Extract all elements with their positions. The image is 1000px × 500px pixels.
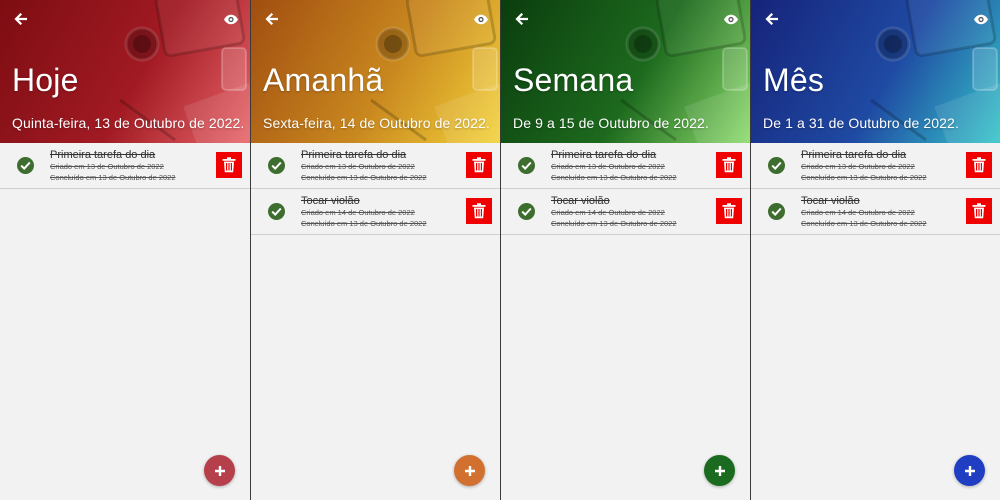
back-arrow-icon[interactable] (10, 9, 30, 29)
task-texts: Primeira tarefa do dia Criado em 13 de O… (50, 149, 210, 183)
back-arrow-icon[interactable] (261, 9, 281, 29)
delete-task-button[interactable] (716, 152, 742, 178)
trash-icon (972, 203, 986, 219)
page-title: Amanhã (263, 62, 384, 98)
task-item[interactable]: Primeira tarefa do dia Criado em 13 de O… (751, 143, 1000, 189)
task-texts: Primeira tarefa do dia Criado em 13 de O… (551, 149, 710, 183)
task-list: Primeira tarefa do dia Criado em 13 de O… (251, 143, 500, 235)
check-circle-icon[interactable] (17, 157, 34, 174)
task-item[interactable]: Tocar violão Criado em 14 de Outubro de … (251, 189, 500, 235)
add-task-button[interactable] (454, 455, 485, 486)
task-name: Tocar violão (801, 195, 860, 207)
plus-icon (214, 465, 226, 477)
check-circle-icon[interactable] (268, 203, 285, 220)
task-created-date: Criado em 14 de Outubro de 2022 (551, 208, 665, 217)
task-name: Tocar violão (551, 195, 610, 207)
trash-icon (222, 157, 236, 173)
header-banner: Amanhã Sexta-feira, 14 de Outubro de 202… (251, 0, 500, 143)
task-name: Primeira tarefa do dia (551, 149, 657, 161)
top-bar (511, 9, 741, 29)
task-created-date: Criado em 14 de Outubro de 2022 (301, 208, 415, 217)
task-completed-date: Concluído em 13 de Outubro de 2022 (301, 172, 427, 182)
delete-task-button[interactable] (216, 152, 242, 178)
header-banner: Mês De 1 a 31 de Outubro de 2022. (751, 0, 1000, 143)
task-item[interactable]: Tocar violão Criado em 14 de Outubro de … (501, 189, 750, 235)
task-created-date: Criado em 14 de Outubro de 2022 (801, 208, 915, 217)
top-bar (10, 9, 241, 29)
date-subtitle: De 1 a 31 de Outubro de 2022. (763, 115, 959, 131)
plus-icon (964, 465, 976, 477)
header-banner: Semana De 9 a 15 de Outubro de 2022. (501, 0, 750, 143)
date-subtitle: De 9 a 15 de Outubro de 2022. (513, 115, 709, 131)
task-texts: Tocar violão Criado em 14 de Outubro de … (801, 195, 960, 229)
delete-task-button[interactable] (966, 152, 992, 178)
task-name: Tocar violão (301, 195, 360, 207)
app-screen-4: Mês De 1 a 31 de Outubro de 2022. Primei… (750, 0, 1000, 500)
add-task-button[interactable] (954, 455, 985, 486)
task-list: Primeira tarefa do dia Criado em 13 de O… (751, 143, 1000, 235)
task-item[interactable]: Primeira tarefa do dia Criado em 13 de O… (0, 143, 250, 189)
back-arrow-icon[interactable] (761, 9, 781, 29)
date-subtitle: Quinta-feira, 13 de Outubro de 2022. (12, 115, 245, 131)
task-created-date: Criado em 13 de Outubro de 2022 (301, 162, 415, 171)
task-item[interactable]: Primeira tarefa do dia Criado em 13 de O… (501, 143, 750, 189)
back-arrow-icon[interactable] (511, 9, 531, 29)
task-created-date: Criado em 13 de Outubro de 2022 (551, 162, 665, 171)
page-title: Semana (513, 62, 634, 98)
task-name: Primeira tarefa do dia (801, 149, 907, 161)
task-list: Primeira tarefa do dia Criado em 13 de O… (501, 143, 750, 235)
delete-task-button[interactable] (716, 198, 742, 224)
plus-icon (464, 465, 476, 477)
task-completed-date: Concluído em 13 de Outubro de 2022 (301, 218, 427, 228)
check-circle-icon[interactable] (518, 203, 535, 220)
top-bar (261, 9, 491, 29)
check-circle-icon[interactable] (768, 203, 785, 220)
task-item[interactable]: Tocar violão Criado em 14 de Outubro de … (751, 189, 1000, 235)
plus-icon (714, 465, 726, 477)
header-banner: Hoje Quinta-feira, 13 de Outubro de 2022… (0, 0, 250, 143)
add-task-button[interactable] (204, 455, 235, 486)
task-item[interactable]: Primeira tarefa do dia Criado em 13 de O… (251, 143, 500, 189)
task-created-date: Criado em 13 de Outubro de 2022 (801, 162, 915, 171)
task-name: Primeira tarefa do dia (301, 149, 407, 161)
trash-icon (472, 203, 486, 219)
add-task-button[interactable] (704, 455, 735, 486)
delete-task-button[interactable] (466, 198, 492, 224)
task-completed-date: Concluído em 13 de Outubro de 2022 (551, 218, 677, 228)
check-circle-icon[interactable] (768, 157, 785, 174)
task-name: Primeira tarefa do dia (50, 149, 156, 161)
check-circle-icon[interactable] (518, 157, 535, 174)
page-title: Hoje (12, 62, 79, 98)
task-texts: Primeira tarefa do dia Criado em 13 de O… (301, 149, 460, 183)
task-completed-date: Concluído em 13 de Outubro de 2022 (50, 172, 176, 182)
task-completed-date: Concluído em 13 de Outubro de 2022 (801, 172, 927, 182)
app-screen-3: Semana De 9 a 15 de Outubro de 2022. Pri… (500, 0, 750, 500)
trash-icon (972, 157, 986, 173)
app-screen-2: Amanhã Sexta-feira, 14 de Outubro de 202… (250, 0, 500, 500)
task-completed-date: Concluído em 13 de Outubro de 2022 (551, 172, 677, 182)
delete-task-button[interactable] (466, 152, 492, 178)
page-title: Mês (763, 62, 825, 98)
delete-task-button[interactable] (966, 198, 992, 224)
eye-icon[interactable] (721, 9, 741, 29)
eye-icon[interactable] (221, 9, 241, 29)
top-bar (761, 9, 991, 29)
trash-icon (472, 157, 486, 173)
task-texts: Tocar violão Criado em 14 de Outubro de … (551, 195, 710, 229)
task-completed-date: Concluído em 13 de Outubro de 2022 (801, 218, 927, 228)
date-subtitle: Sexta-feira, 14 de Outubro de 2022. (263, 115, 490, 131)
check-circle-icon[interactable] (268, 157, 285, 174)
trash-icon (722, 203, 736, 219)
task-list: Primeira tarefa do dia Criado em 13 de O… (0, 143, 250, 189)
eye-icon[interactable] (471, 9, 491, 29)
screens-row: Hoje Quinta-feira, 13 de Outubro de 2022… (0, 0, 1000, 500)
task-created-date: Criado em 13 de Outubro de 2022 (50, 162, 164, 171)
eye-icon[interactable] (971, 9, 991, 29)
task-texts: Primeira tarefa do dia Criado em 13 de O… (801, 149, 960, 183)
trash-icon (722, 157, 736, 173)
app-screen-1: Hoje Quinta-feira, 13 de Outubro de 2022… (0, 0, 250, 500)
task-texts: Tocar violão Criado em 14 de Outubro de … (301, 195, 460, 229)
